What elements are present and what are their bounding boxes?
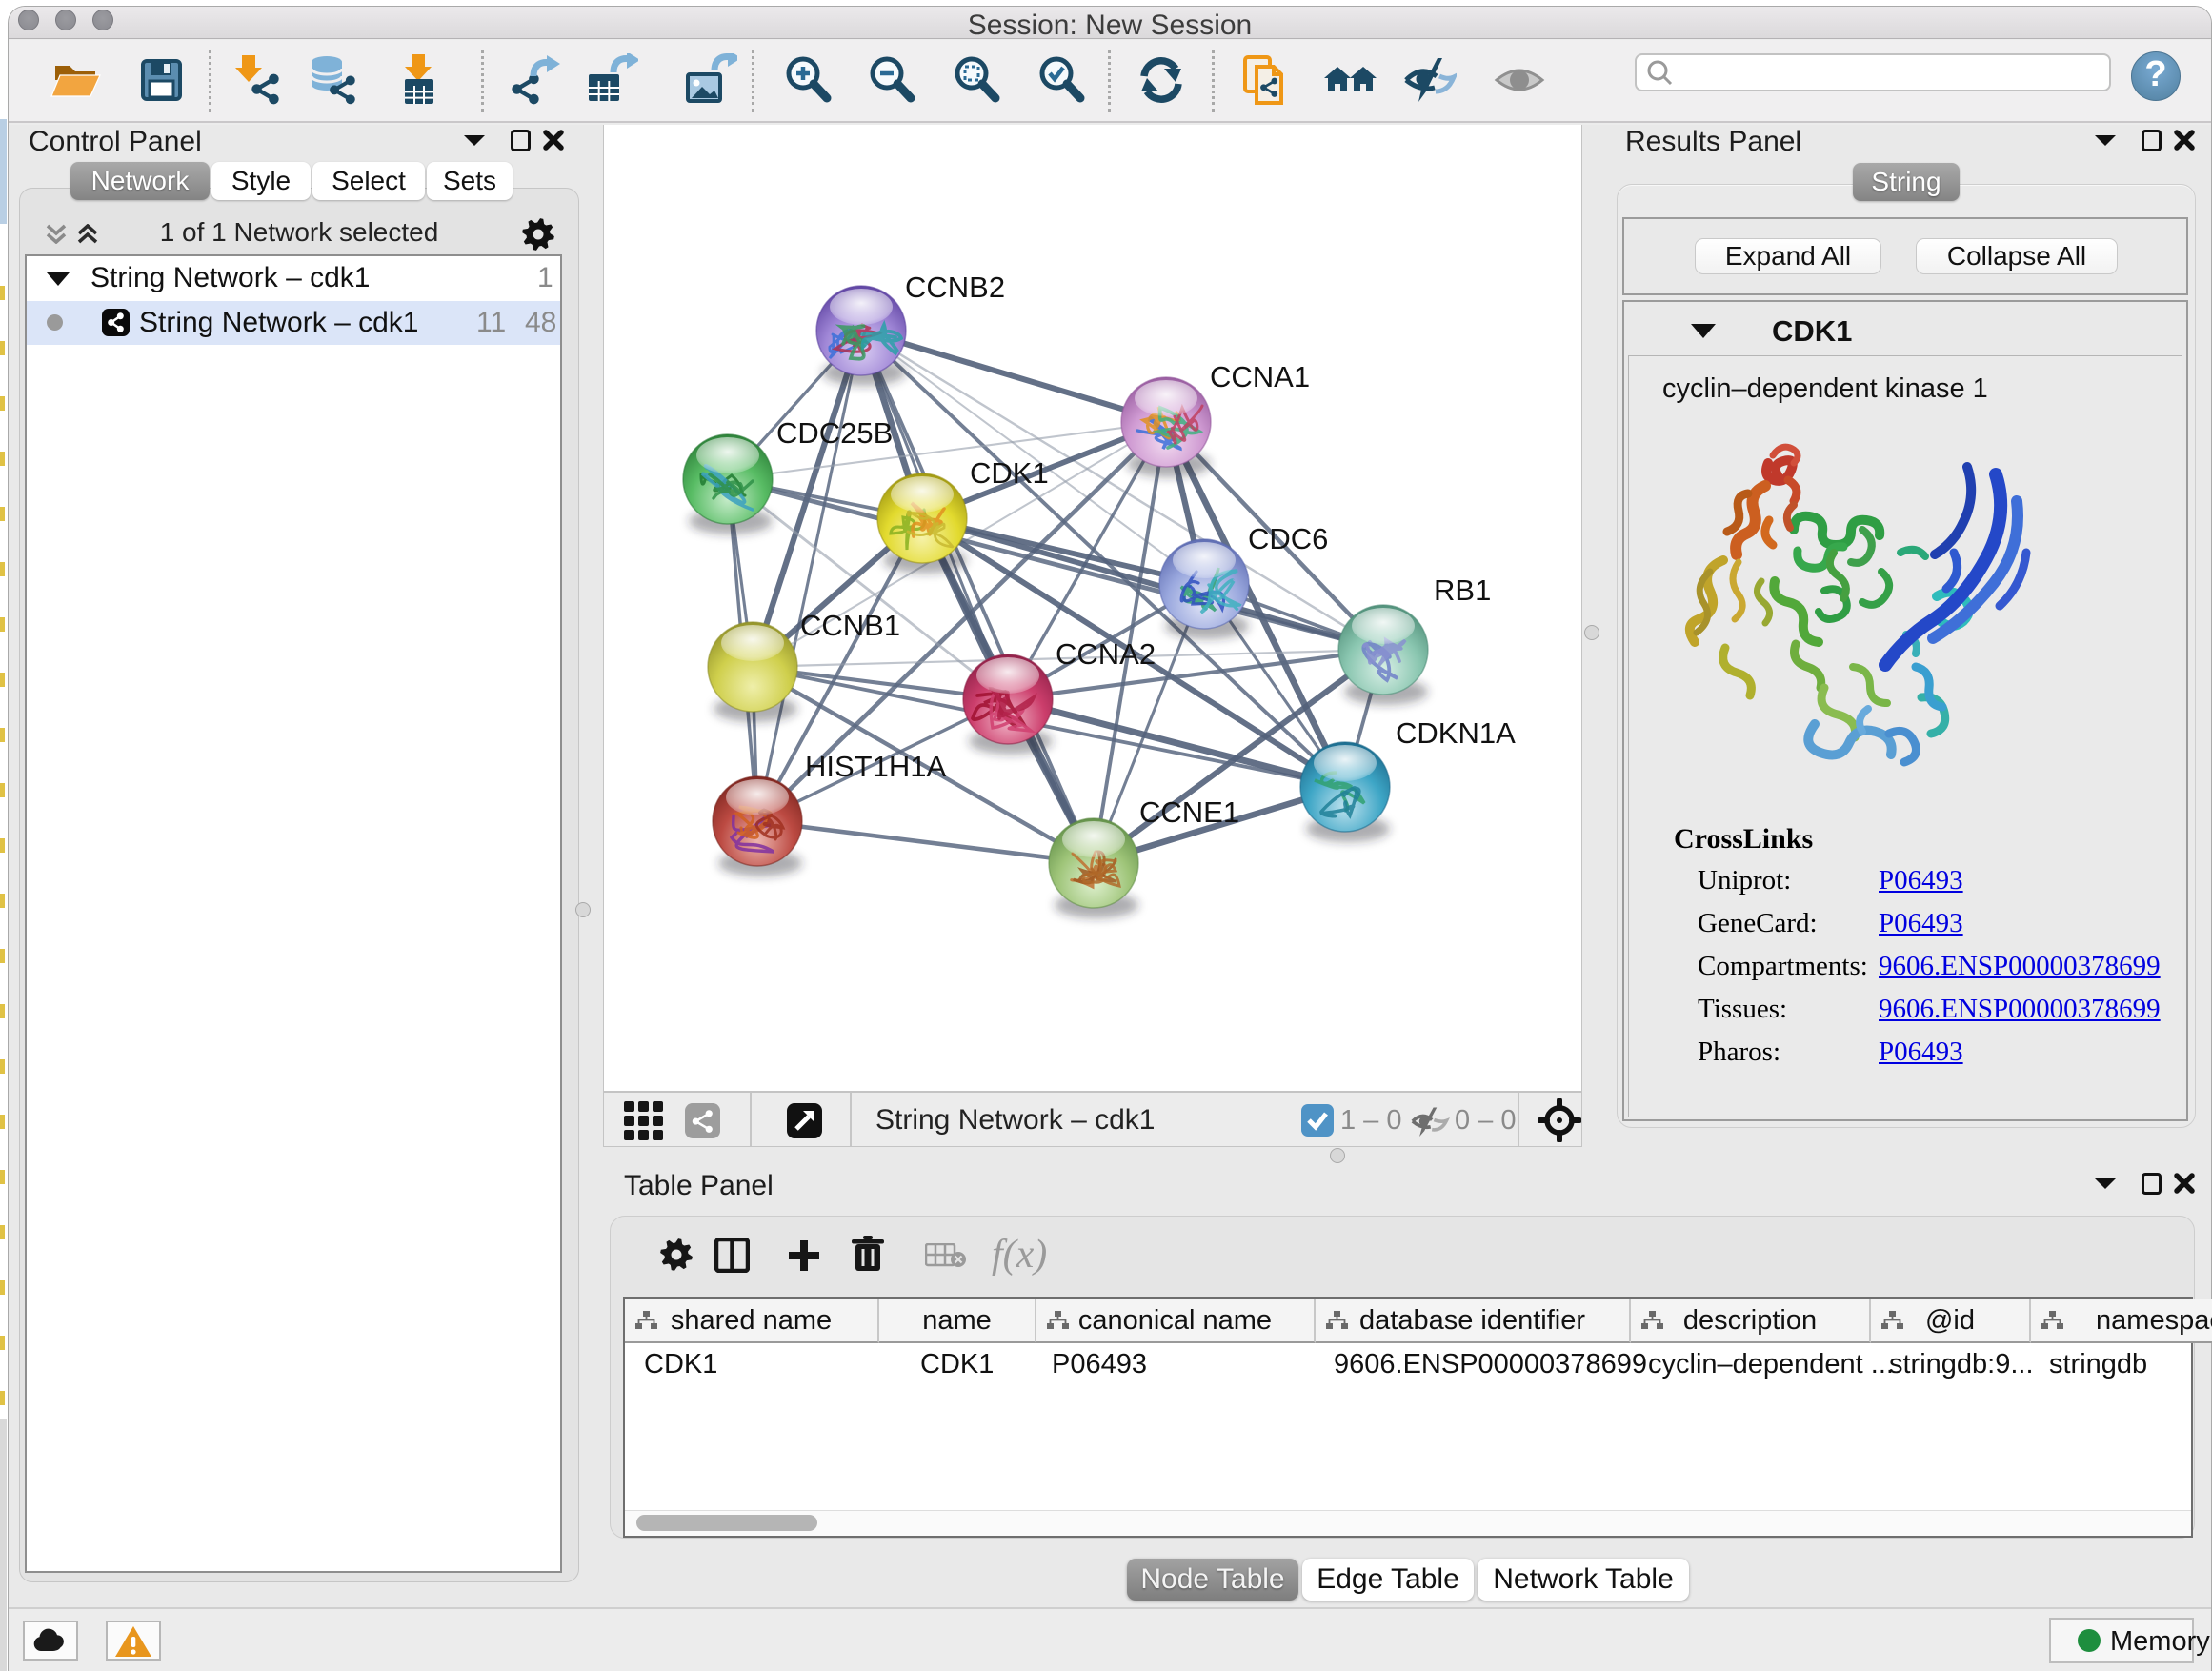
svg-text:HIST1H1A: HIST1H1A bbox=[805, 750, 946, 783]
svg-text:CCNA2: CCNA2 bbox=[1056, 637, 1156, 671]
svg-text:CCNB1: CCNB1 bbox=[800, 609, 900, 642]
svg-text:CDKN1A: CDKN1A bbox=[1396, 716, 1516, 750]
svg-text:CDC6: CDC6 bbox=[1248, 522, 1328, 555]
svg-text:CCNA1: CCNA1 bbox=[1210, 360, 1310, 393]
svg-text:CDC25B: CDC25B bbox=[776, 416, 893, 450]
svg-text:RB1: RB1 bbox=[1434, 574, 1491, 607]
svg-text:CCNE1: CCNE1 bbox=[1139, 795, 1239, 829]
svg-text:CDK1: CDK1 bbox=[970, 456, 1049, 490]
svg-text:CCNB2: CCNB2 bbox=[905, 271, 1005, 304]
